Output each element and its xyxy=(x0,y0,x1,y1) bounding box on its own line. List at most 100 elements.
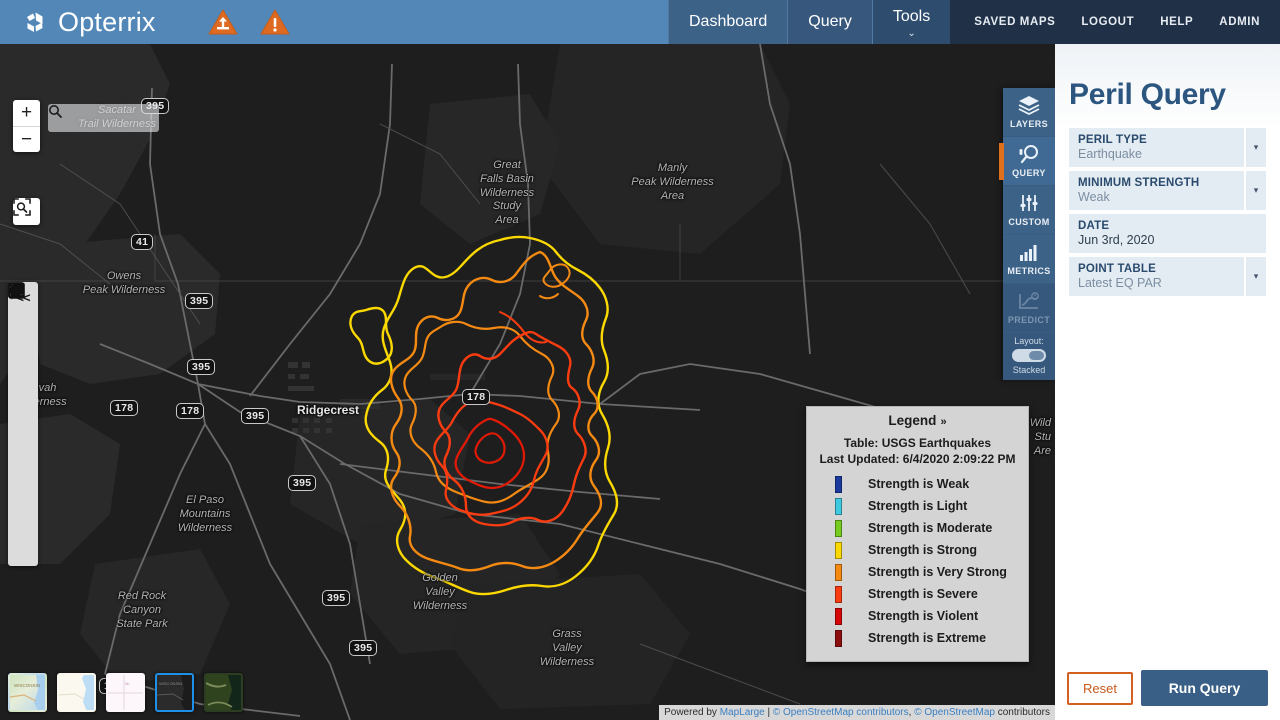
panel-footer: Reset Run Query xyxy=(1055,659,1280,720)
layers-stack-icon xyxy=(1017,95,1041,117)
svg-text:WISCONSIN: WISCONSIN xyxy=(159,681,182,686)
road-shield: 395 xyxy=(349,640,378,656)
run-query-button[interactable]: Run Query xyxy=(1140,670,1268,706)
save-floppy-icon[interactable] xyxy=(8,282,34,335)
legend-row: Strength is Moderate xyxy=(807,517,1028,539)
field-minimum-strength-label: MINIMUM STRENGTH xyxy=(1078,177,1200,189)
field-peril-type-value: Earthquake xyxy=(1078,147,1142,161)
twitter-bird-icon[interactable] xyxy=(8,282,34,559)
legend-row: Strength is Very Strong xyxy=(807,561,1028,583)
map-attribution: Powered by MapLarge | © OpenStreetMap co… xyxy=(659,705,1055,720)
road-shield: 395 xyxy=(241,408,270,424)
legend-last-updated: Last Updated: 6/4/2020 2:09:22 PM xyxy=(819,452,1016,467)
legend-swatch-extreme xyxy=(835,629,842,647)
search-input[interactable] xyxy=(48,104,215,132)
attribution-osm-link-2[interactable]: © OpenStreetMap xyxy=(914,707,995,718)
svg-text:MI: MI xyxy=(125,681,129,686)
legend-label: Strength is Weak xyxy=(868,477,970,492)
rail-layout-toggle[interactable] xyxy=(1012,349,1046,362)
rail-item-query[interactable]: QUERY xyxy=(999,137,1055,186)
attribution-prefix: Powered by xyxy=(664,707,720,718)
chevron-down-icon[interactable]: ▾ xyxy=(1244,171,1266,210)
chevron-double-down-icon[interactable]: » xyxy=(940,416,946,428)
nav-tab-query-label: Query xyxy=(808,13,852,30)
legend-header[interactable]: Legend» xyxy=(807,407,1028,432)
rail-item-custom[interactable]: CUSTOM xyxy=(1003,186,1055,235)
globe-icon[interactable] xyxy=(8,282,34,475)
warning-exclamation-triangle-icon[interactable] xyxy=(260,9,290,36)
wrench-icon[interactable] xyxy=(10,284,34,363)
rail-item-predict[interactable]: PREDICT xyxy=(1003,284,1055,333)
panel-header: Peril Query xyxy=(1055,44,1280,128)
basemap-light[interactable] xyxy=(57,673,96,712)
legend-title: Legend xyxy=(888,413,937,428)
nav-link-admin[interactable]: ADMIN xyxy=(1219,16,1260,28)
legend-label: Strength is Severe xyxy=(868,587,978,602)
rail-layout-value: Stacked xyxy=(1012,365,1046,375)
chevron-down-icon[interactable]: ▾ xyxy=(1244,257,1266,296)
field-peril-type-label: PERIL TYPE xyxy=(1078,134,1147,146)
basemap-satellite[interactable] xyxy=(204,673,243,712)
predict-curve-icon xyxy=(1017,291,1041,313)
rail-item-layers-label: LAYERS xyxy=(1009,119,1049,129)
field-date-label: DATE xyxy=(1078,220,1110,232)
map-search[interactable] xyxy=(48,104,215,132)
road-shield: 178 xyxy=(110,400,139,416)
zoom-out-button[interactable]: − xyxy=(13,126,40,152)
field-point-table-label: POINT TABLE xyxy=(1078,263,1157,275)
nav-link-saved-maps[interactable]: SAVED MAPS xyxy=(974,16,1055,28)
rail-item-query-label: QUERY xyxy=(1012,168,1046,178)
legend-swatch-strong xyxy=(835,541,842,559)
nav-right-links: SAVED MAPS LOGOUT HELP ADMIN xyxy=(950,0,1280,44)
chevron-down-icon[interactable]: ▾ xyxy=(1244,128,1266,167)
road-shield: 41 xyxy=(131,234,154,250)
road-shield: 178 xyxy=(462,389,491,405)
draw-pencil-icon[interactable] xyxy=(8,285,34,419)
brand[interactable]: Opterrix xyxy=(0,0,156,44)
rail-layout-label: Layout: xyxy=(1014,336,1044,346)
field-point-table[interactable]: POINT TABLE Latest EQ PAR ▾ xyxy=(1069,257,1266,296)
field-peril-type[interactable]: PERIL TYPE Earthquake ▾ xyxy=(1069,128,1266,167)
legend-swatch-violent xyxy=(835,607,842,625)
warning-upload-triangle-icon[interactable] xyxy=(208,9,238,36)
pan-move-icon[interactable] xyxy=(8,282,34,531)
cloud-download-icon[interactable] xyxy=(8,283,34,391)
legend-table-name: Table: USGS Earthquakes xyxy=(843,436,992,450)
road-shield: 178 xyxy=(176,403,205,419)
box-zoom-button[interactable] xyxy=(13,198,40,225)
nav-link-logout[interactable]: LOGOUT xyxy=(1081,16,1134,28)
nav-link-help[interactable]: HELP xyxy=(1160,16,1193,28)
rail-item-layers[interactable]: LAYERS xyxy=(1003,88,1055,137)
sliders-icon xyxy=(1017,193,1041,215)
edit-note-icon[interactable] xyxy=(8,283,34,447)
basemap-streets[interactable]: WISCONSIN xyxy=(8,673,47,712)
nav-tab-dashboard[interactable]: Dashboard xyxy=(668,0,788,44)
field-minimum-strength[interactable]: MINIMUM STRENGTH Weak ▾ xyxy=(1069,171,1266,210)
nav-tab-tools[interactable]: Tools ⌄ xyxy=(871,0,951,44)
legend-label: Strength is Light xyxy=(868,499,968,514)
nav-tab-tools-label: Tools xyxy=(892,8,931,25)
rail-item-metrics[interactable]: METRICS xyxy=(1003,235,1055,284)
legend-swatch-moderate xyxy=(835,519,842,537)
zoom-in-button[interactable]: + xyxy=(13,100,40,126)
reset-button[interactable]: Reset xyxy=(1067,671,1133,705)
basemap-dark[interactable]: WISCONSIN xyxy=(155,673,194,712)
warning-icons xyxy=(208,0,290,44)
attribution-maplarge-link[interactable]: MapLarge xyxy=(720,707,765,718)
lightning-bolt-icon[interactable] xyxy=(9,282,34,503)
map-canvas[interactable]: Sacatar Trail Wilderness Owens Peak Wild… xyxy=(0,44,1055,720)
road-shield: 395 xyxy=(288,475,317,491)
basemap-minimal[interactable]: MI xyxy=(106,673,145,712)
attribution-suffix: contributors xyxy=(994,707,1050,718)
rail-item-custom-label: CUSTOM xyxy=(1008,217,1050,227)
road-shield: 395 xyxy=(185,293,214,309)
legend-label: Strength is Violent xyxy=(868,609,979,624)
legend-label: Strength is Extreme xyxy=(868,631,987,646)
nav-tab-query[interactable]: Query xyxy=(787,0,872,44)
road-shield: 395 xyxy=(322,590,351,606)
attribution-osm-link-1[interactable]: © OpenStreetMap contributors xyxy=(773,707,909,718)
field-date[interactable]: DATE Jun 3rd, 2020 xyxy=(1069,214,1266,253)
rail-layout-control: Layout: Stacked xyxy=(1003,333,1055,380)
field-minimum-strength-value: Weak xyxy=(1078,190,1110,204)
